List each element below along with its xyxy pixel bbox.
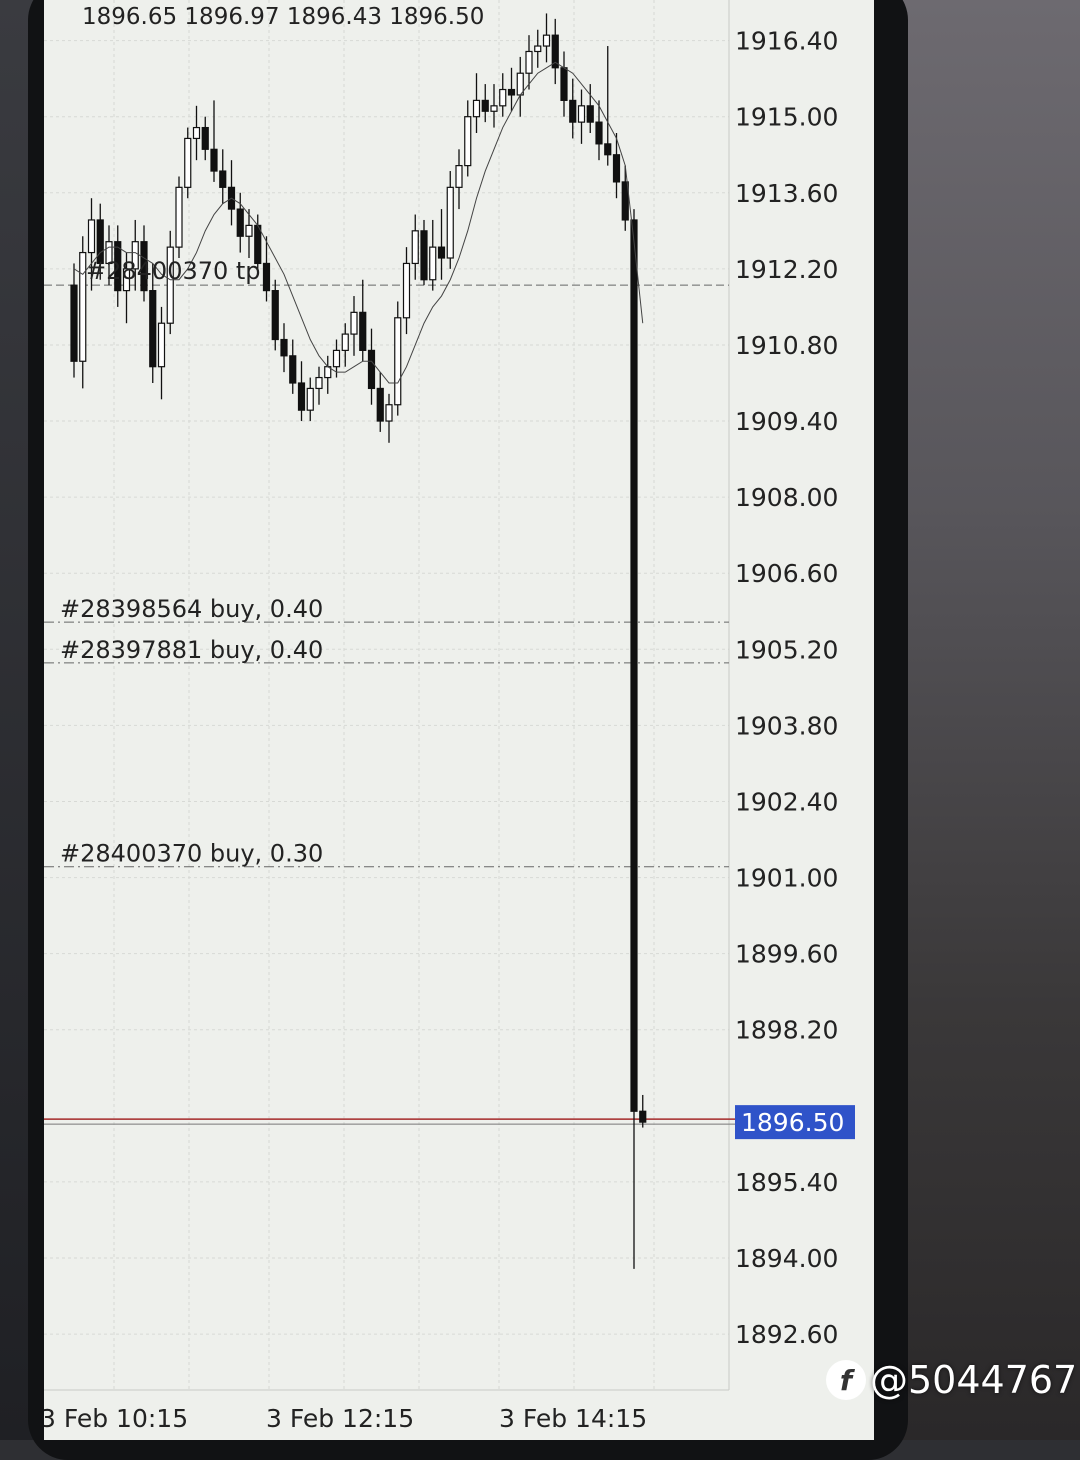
candle-body [481,99,489,112]
time-axis-label: 3 Feb 10:15 [44,1404,188,1433]
candle-body [420,230,428,281]
candle-body [157,322,166,368]
price-axis-label: 1901.00 [735,864,838,893]
tp-label: #28400370 tp [86,257,261,285]
candle-body [79,251,87,362]
candle-body [429,246,437,281]
candle-body [402,262,411,319]
candle-body [437,246,446,259]
price-axis-label: 1902.40 [735,787,838,816]
price-axis-label: 1910.80 [735,331,838,360]
price-axis-label: 1895.40 [735,1168,838,1197]
candle-body [569,99,577,123]
candle-body [534,45,542,53]
candle-body [341,333,349,351]
candle-body [385,404,393,422]
candle-body [332,349,341,368]
candle-body [376,387,384,422]
price-axis-label: 1909.40 [735,407,838,436]
candle-body [245,224,253,237]
candlestick-chart[interactable]: #28398564 buy, 0.40 #28397881 buy, 0.40 #2… [44,0,874,1440]
candle-body [175,186,183,248]
time-axis-label: 3 Feb 14:15 [499,1404,647,1433]
candle-body [70,284,78,362]
candle-body [210,148,218,172]
candle-body [280,338,288,357]
candle-body [639,1110,647,1123]
current-price-label: 1896.50 [741,1108,844,1137]
candle-body [367,349,376,390]
candle-body [499,88,507,107]
candle-body [201,126,209,150]
candle-body [472,99,481,118]
candle-body [394,317,402,406]
candle-body [87,219,96,254]
chart-screen[interactable]: #28398564 buy, 0.40 #28397881 buy, 0.40 #2… [44,0,874,1440]
candle-body [455,165,463,188]
candle-body [464,116,472,167]
candle-body [560,67,568,101]
candle-body [184,137,192,188]
candle-body [262,262,271,292]
order-label: #28397881 buy, 0.40 [60,636,323,664]
candle-body [630,219,638,1112]
price-axis-label: 1903.80 [735,711,838,740]
candle-body [525,50,533,74]
time-axis-label: 3 Feb 12:15 [266,1404,414,1433]
candle-body [612,154,621,183]
candle-body [490,105,498,112]
candle-body [446,186,454,259]
candle-body [297,382,306,411]
price-axis-label: 1908.00 [735,483,838,512]
candle-body [411,230,419,265]
order-label: #28398564 buy, 0.40 [60,595,323,623]
candle-body [192,126,201,140]
candle-body [507,88,516,96]
order-label: #28400370 buy, 0.30 [60,840,323,868]
candle-body [289,355,297,384]
price-axis-label: 1912.20 [735,255,838,284]
ohlc-header: 1896.65 1896.97 1896.43 1896.50 [82,4,484,30]
candle-body [577,105,586,123]
candle-body [604,143,612,156]
price-axis-label: 1905.20 [735,635,838,664]
price-axis-label: 1916.40 [735,27,838,56]
candle-body [315,376,323,390]
candle-body [219,170,227,188]
price-axis-label: 1915.00 [735,103,838,132]
price-axis-label: 1906.60 [735,559,838,588]
price-axis-label: 1894.00 [735,1244,838,1273]
watermark-text: @5044767 [870,1358,1078,1402]
weibo-icon: f [826,1360,866,1400]
price-axis-label: 1913.60 [735,179,838,208]
candle-body [149,290,157,368]
candle-body [236,208,244,237]
candle-body [595,121,603,145]
candle-body [350,311,358,335]
candle-body [542,34,551,47]
candle-body [271,290,279,341]
candle-body [586,105,594,123]
candle-body [359,311,367,351]
price-axis-label: 1899.60 [735,940,838,969]
candle-body [306,387,314,411]
price-axis-label: 1898.20 [735,1016,838,1045]
watermark: f @5044767 [826,1358,1077,1402]
price-axis-label: 1892.60 [735,1320,838,1349]
